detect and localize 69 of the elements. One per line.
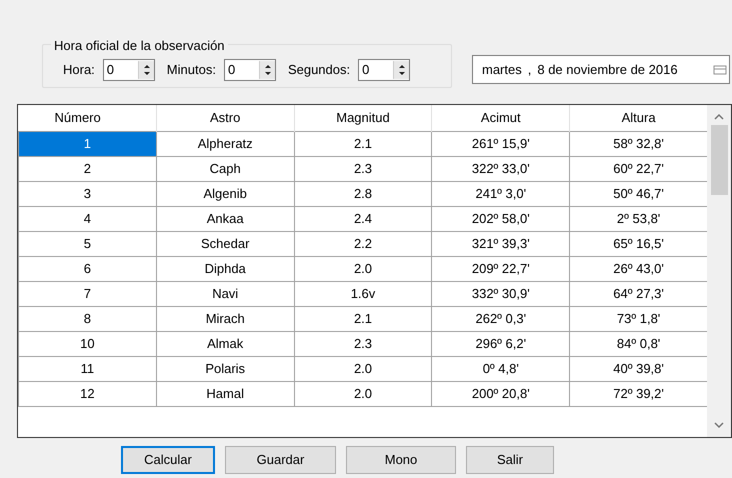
table-cell: 6 — [18, 256, 156, 281]
table-cell: Ankaa — [156, 206, 294, 231]
table-cell: 296º 6,2' — [432, 331, 570, 356]
table-cell: Algenib — [156, 181, 294, 206]
table-cell: 5 — [18, 231, 156, 256]
table-cell: Diphda — [156, 256, 294, 281]
table-cell: Hamal — [156, 381, 294, 406]
table-cell: 2.0 — [294, 381, 432, 406]
table-cell: Almak — [156, 331, 294, 356]
table-cell: 12 — [18, 381, 156, 406]
table-cell: 4 — [18, 206, 156, 231]
date-weekday: martes — [482, 60, 522, 79]
up-down-arrows-icon[interactable] — [138, 61, 154, 79]
table-cell: 7 — [18, 281, 156, 306]
date-separator: , — [528, 60, 532, 79]
table-cell: 10 — [18, 331, 156, 356]
table-cell: 261º 15,9' — [432, 131, 570, 156]
spinner-label: Segundos: — [288, 61, 350, 80]
table-cell: 2 — [18, 156, 156, 181]
table-cell: Schedar — [156, 231, 294, 256]
column-header[interactable]: Magnitud — [294, 105, 432, 131]
table-cell: 2.2 — [294, 231, 432, 256]
table-cell: 2.1 — [294, 306, 432, 331]
calendar-icon[interactable] — [713, 64, 727, 74]
table-cell: 1 — [18, 131, 156, 156]
table-cell: 202º 58,0' — [432, 206, 570, 231]
number-spinner[interactable]: 0 — [102, 59, 155, 81]
action-button[interactable]: Mono — [346, 446, 456, 474]
date-picker[interactable]: martes , 8 de noviembre de 2016 — [472, 55, 730, 84]
table-cell: 332º 30,9' — [432, 281, 570, 306]
action-button[interactable]: Calcular — [121, 446, 215, 474]
spinner-label: Hora: — [63, 61, 95, 80]
table-cell: 11 — [18, 356, 156, 381]
action-button[interactable]: Salir — [466, 446, 554, 474]
action-button[interactable]: Guardar — [225, 446, 336, 474]
number-spinner[interactable]: 0 — [358, 59, 410, 81]
scrollbar[interactable] — [707, 105, 731, 437]
scroll-thumb[interactable] — [710, 125, 728, 195]
table-cell: Caph — [156, 156, 294, 181]
column-header[interactable]: Acimut — [432, 105, 570, 131]
table-cell: Alpheratz — [156, 131, 294, 156]
scroll-down-icon[interactable] — [714, 421, 724, 429]
table-cell: 321º 39,3' — [432, 231, 570, 256]
table-cell: 2.4 — [294, 206, 432, 231]
table-cell: 2.1 — [294, 131, 432, 156]
table-cell: 2.0 — [294, 256, 432, 281]
table-cell: 2.8 — [294, 181, 432, 206]
up-down-arrows-icon[interactable] — [258, 61, 275, 79]
table-cell: 322º 33,0' — [432, 156, 570, 181]
scroll-up-icon[interactable] — [714, 113, 724, 121]
table-cell: 3 — [18, 181, 156, 206]
column-header[interactable]: Astro — [156, 105, 294, 131]
table-cell: Polaris — [156, 356, 294, 381]
table-cell: 200º 20,8' — [432, 381, 570, 406]
table-cell: 1.6v — [294, 281, 432, 306]
table-cell: 2.0 — [294, 356, 432, 381]
date-text: 8 de noviembre de 2016 — [537, 60, 678, 79]
up-down-arrows-icon[interactable] — [393, 61, 410, 79]
table-cell: 2.3 — [294, 331, 432, 356]
table-cell: 2.3 — [294, 156, 432, 181]
number-spinner[interactable]: 0 — [224, 59, 276, 81]
table-cell: Mirach — [156, 306, 294, 331]
table-cell: 241º 3,0' — [432, 181, 570, 206]
table-cell: 8 — [18, 306, 156, 331]
spinner-label: Minutos: — [166, 61, 216, 80]
table-cell: 209º 22,7' — [432, 256, 570, 281]
table-cell: Navi — [156, 281, 294, 306]
table-cell: 0º 4,8' — [432, 356, 570, 381]
table-cell: 262º 0,3' — [432, 306, 570, 331]
